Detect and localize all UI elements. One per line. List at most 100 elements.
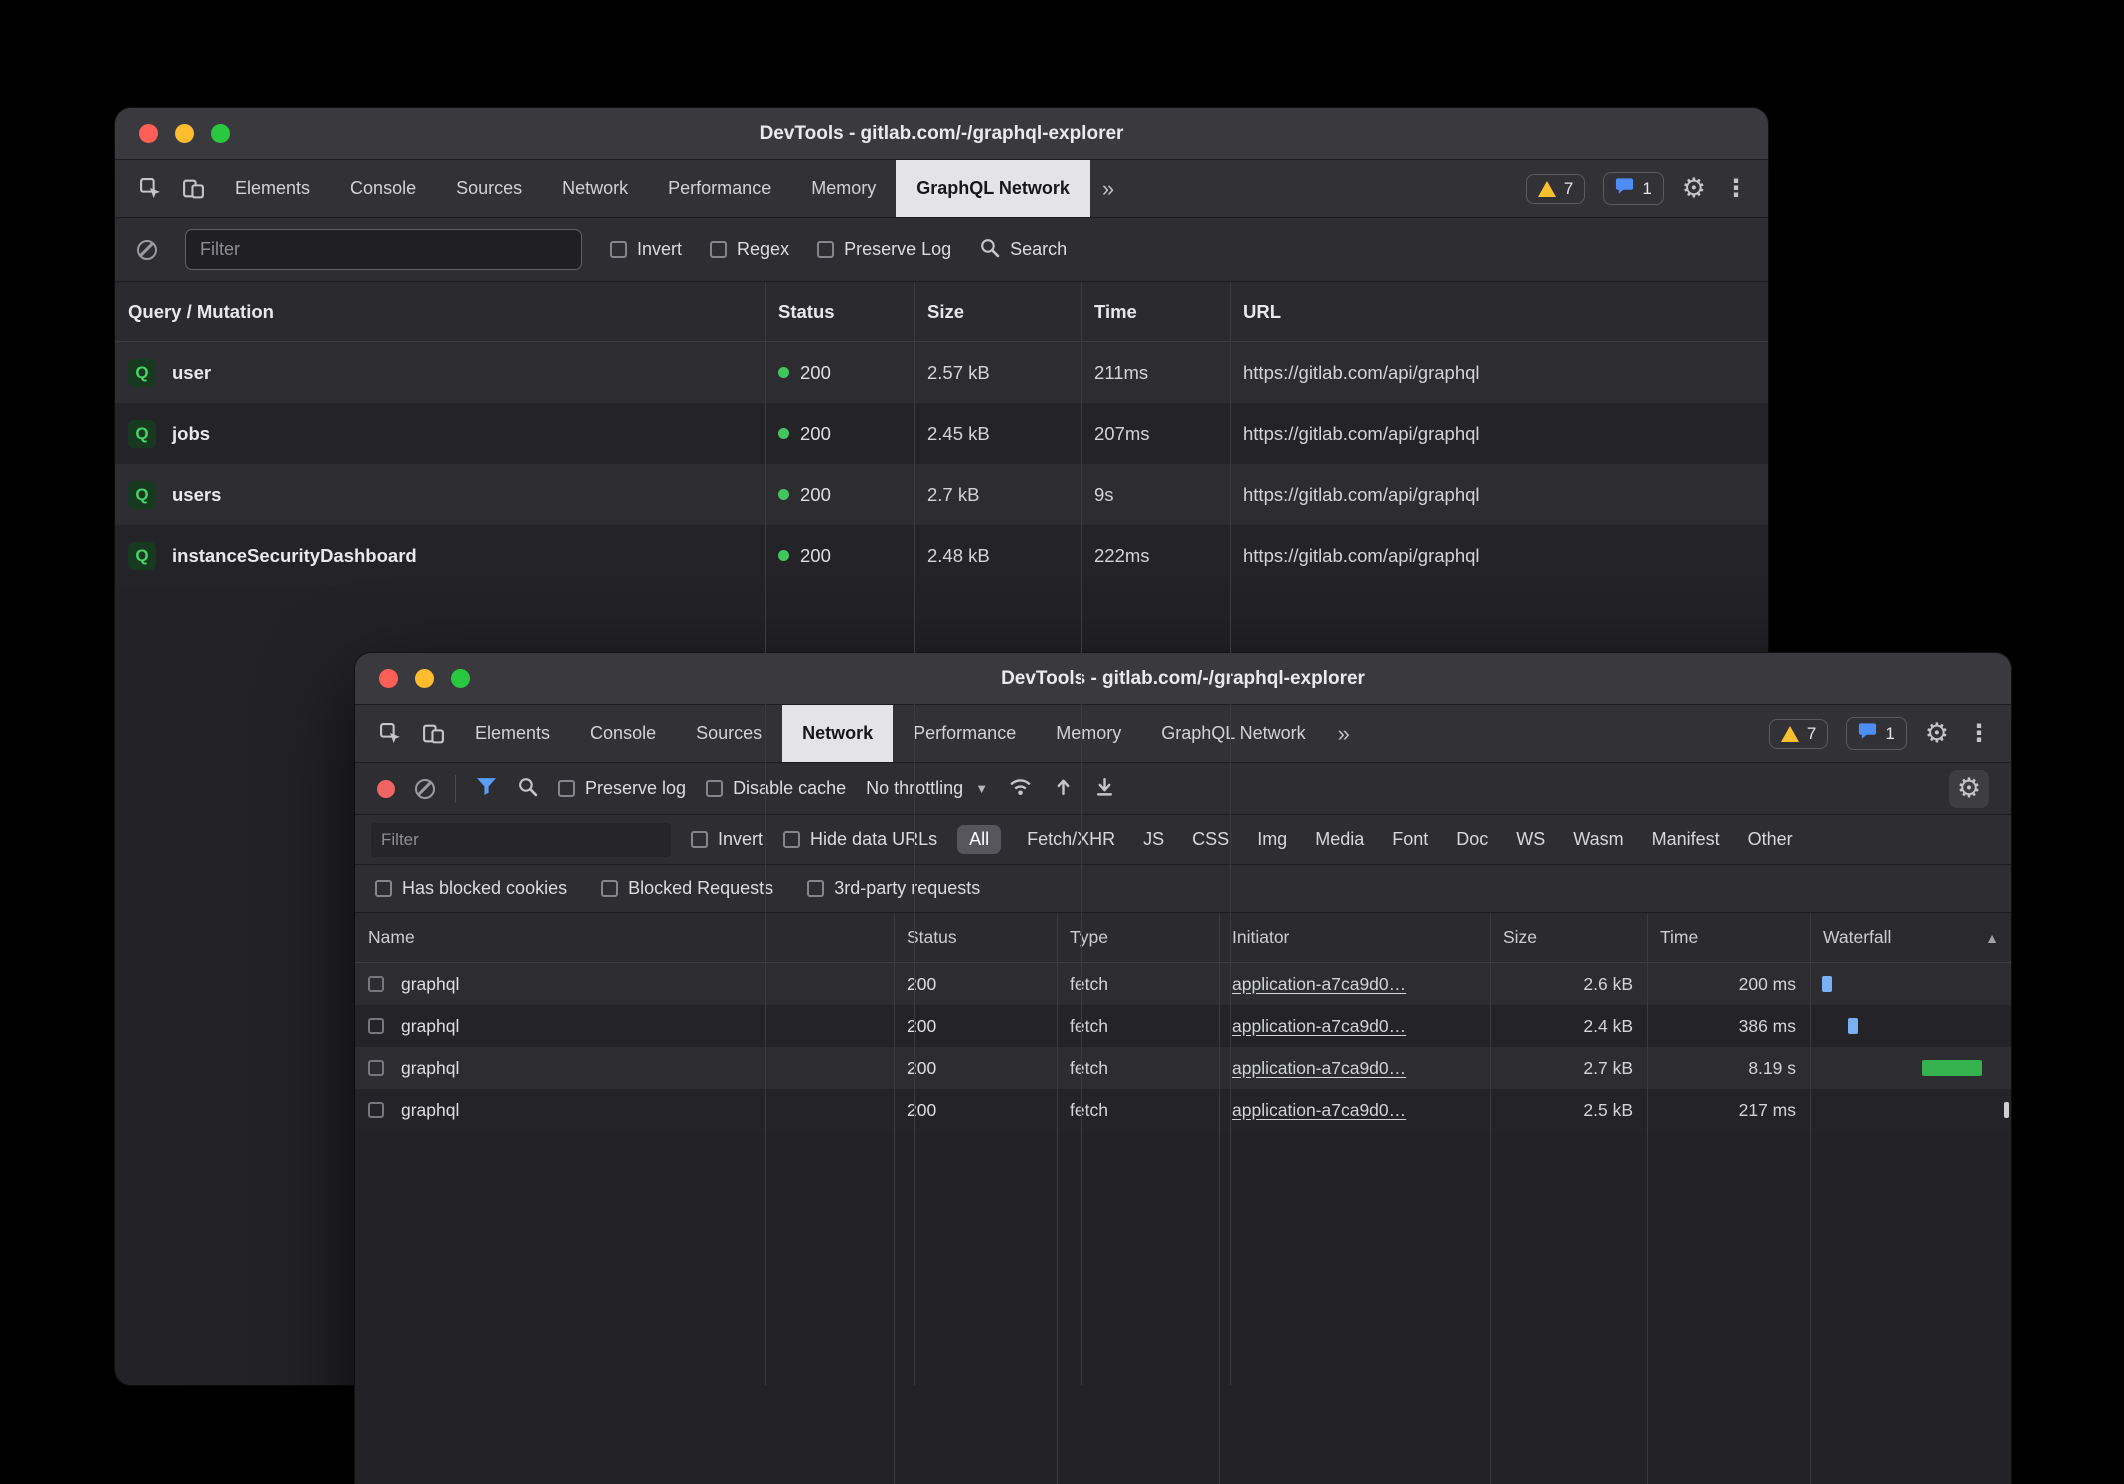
tab-performance[interactable]: Performance <box>648 160 791 217</box>
menu-kebab-icon[interactable]: ⋮ <box>1967 722 1991 746</box>
initiator-link[interactable]: application-a7ca9d0… <box>1232 1058 1406 1079</box>
menu-kebab-icon[interactable]: ⋮ <box>1724 177 1748 201</box>
column-header-time[interactable]: Time <box>1647 913 1810 962</box>
filter-chip-manifest[interactable]: Manifest <box>1650 825 1722 854</box>
filter-funnel-icon[interactable] <box>476 777 497 801</box>
more-tabs-icon[interactable]: » <box>1326 705 1362 762</box>
throttling-select[interactable]: No throttling ▼ <box>866 778 988 799</box>
issues-badge[interactable]: 1 <box>1603 172 1663 205</box>
initiator-link[interactable]: application-a7ca9d0… <box>1232 1016 1406 1037</box>
column-header-initiator[interactable]: Initiator <box>1219 913 1490 962</box>
preserve-log-checkbox[interactable] <box>558 780 575 797</box>
device-toolbar-icon[interactable] <box>412 705 455 762</box>
network-settings-button[interactable]: ⚙ <box>1949 770 1989 808</box>
filter-chip-other[interactable]: Other <box>1746 825 1795 854</box>
filter-chip-img[interactable]: Img <box>1255 825 1289 854</box>
disable-cache-checkbox[interactable] <box>706 780 723 797</box>
settings-icon[interactable]: ⚙ <box>1925 720 1949 747</box>
row-checkbox[interactable] <box>368 1018 384 1034</box>
network-conditions-icon[interactable] <box>1008 777 1033 801</box>
blocked-cookies-toggle[interactable]: Has blocked cookies <box>375 878 567 899</box>
filter-chip-css[interactable]: CSS <box>1190 825 1231 854</box>
close-window-button[interactable] <box>379 669 398 688</box>
third-party-requests-checkbox[interactable] <box>807 880 824 897</box>
preserve-log-toggle[interactable]: Preserve Log <box>817 239 951 260</box>
tab-console[interactable]: Console <box>330 160 436 217</box>
blocked-cookies-checkbox[interactable] <box>375 880 392 897</box>
tab-performance[interactable]: Performance <box>893 705 1036 762</box>
filter-chip-js[interactable]: JS <box>1141 825 1166 854</box>
column-header-size[interactable]: Size <box>914 282 1081 341</box>
inspect-element-icon[interactable] <box>129 160 172 217</box>
more-tabs-icon[interactable]: » <box>1090 160 1126 217</box>
invert-filter-toggle[interactable]: Invert <box>610 239 682 260</box>
tab-network[interactable]: Network <box>782 705 893 762</box>
filter-input[interactable] <box>371 823 671 857</box>
request-row[interactable]: graphql 200 fetch application-a7ca9d0… 2… <box>355 963 2011 1005</box>
export-har-icon[interactable] <box>1094 776 1115 802</box>
request-row[interactable]: graphql 200 fetch application-a7ca9d0… 2… <box>355 1089 2011 1131</box>
tab-memory[interactable]: Memory <box>1036 705 1141 762</box>
import-har-icon[interactable] <box>1053 776 1074 802</box>
hide-data-urls-checkbox[interactable] <box>783 831 800 848</box>
preserve-log-checkbox[interactable] <box>817 241 834 258</box>
tab-memory[interactable]: Memory <box>791 160 896 217</box>
filter-input[interactable] <box>185 229 582 270</box>
column-header-waterfall[interactable]: Waterfall ▲ <box>1810 913 2011 962</box>
disable-cache-toggle[interactable]: Disable cache <box>706 778 846 799</box>
filter-chip-font[interactable]: Font <box>1390 825 1430 854</box>
column-header-status[interactable]: Status <box>894 913 1057 962</box>
blocked-requests-toggle[interactable]: Blocked Requests <box>601 878 773 899</box>
hide-data-urls-toggle[interactable]: Hide data URLs <box>783 829 937 850</box>
row-checkbox[interactable] <box>368 1102 384 1118</box>
invert-checkbox[interactable] <box>610 241 627 258</box>
third-party-requests-toggle[interactable]: 3rd-party requests <box>807 878 980 899</box>
tab-sources[interactable]: Sources <box>676 705 782 762</box>
tab-sources[interactable]: Sources <box>436 160 542 217</box>
tab-network[interactable]: Network <box>542 160 648 217</box>
warnings-badge[interactable]: 7 <box>1769 719 1828 749</box>
tab-elements[interactable]: Elements <box>455 705 570 762</box>
warnings-badge[interactable]: 7 <box>1526 174 1585 204</box>
row-checkbox[interactable] <box>368 976 384 992</box>
invert-filter-toggle[interactable]: Invert <box>691 829 763 850</box>
issues-badge[interactable]: 1 <box>1846 717 1906 750</box>
column-header-time[interactable]: Time <box>1081 282 1230 341</box>
clear-network-log-icon[interactable] <box>415 779 435 799</box>
record-network-log-icon[interactable] <box>377 780 395 798</box>
regex-filter-toggle[interactable]: Regex <box>710 239 789 260</box>
inspect-element-icon[interactable] <box>369 705 412 762</box>
column-header-query-mutation[interactable]: Query / Mutation <box>115 282 765 341</box>
column-header-type[interactable]: Type <box>1057 913 1219 962</box>
column-header-status[interactable]: Status <box>765 282 914 341</box>
initiator-link[interactable]: application-a7ca9d0… <box>1232 974 1406 995</box>
query-row-jobs[interactable]: Q jobs 200 2.45 kB 207ms https://gitlab.… <box>115 403 1768 464</box>
clear-icon[interactable] <box>137 240 157 260</box>
query-row-instance-security-dashboard[interactable]: Q instanceSecurityDashboard 200 2.48 kB … <box>115 525 1768 586</box>
blocked-requests-checkbox[interactable] <box>601 880 618 897</box>
minimize-window-button[interactable] <box>415 669 434 688</box>
settings-icon[interactable]: ⚙ <box>1682 175 1706 202</box>
tab-graphql-network[interactable]: GraphQL Network <box>1141 705 1325 762</box>
preserve-log-toggle[interactable]: Preserve log <box>558 778 686 799</box>
minimize-window-button[interactable] <box>175 124 194 143</box>
column-header-url[interactable]: URL <box>1230 282 1768 341</box>
close-window-button[interactable] <box>139 124 158 143</box>
request-row[interactable]: graphql 200 fetch application-a7ca9d0… 2… <box>355 1005 2011 1047</box>
filter-chip-media[interactable]: Media <box>1313 825 1366 854</box>
request-row[interactable]: graphql 200 fetch application-a7ca9d0… 2… <box>355 1047 2011 1089</box>
invert-checkbox[interactable] <box>691 831 708 848</box>
regex-checkbox[interactable] <box>710 241 727 258</box>
query-row-users[interactable]: Q users 200 2.7 kB 9s https://gitlab.com… <box>115 464 1768 525</box>
initiator-link[interactable]: application-a7ca9d0… <box>1232 1100 1406 1121</box>
zoom-window-button[interactable] <box>451 669 470 688</box>
filter-chip-ws[interactable]: WS <box>1514 825 1547 854</box>
row-checkbox[interactable] <box>368 1060 384 1076</box>
tab-console[interactable]: Console <box>570 705 676 762</box>
filter-chip-doc[interactable]: Doc <box>1454 825 1490 854</box>
column-header-name[interactable]: Name <box>355 913 894 962</box>
search-icon[interactable] <box>517 776 538 802</box>
filter-chip-all[interactable]: All <box>957 825 1001 854</box>
filter-chip-fetch-xhr[interactable]: Fetch/XHR <box>1025 825 1117 854</box>
column-header-size[interactable]: Size <box>1490 913 1647 962</box>
